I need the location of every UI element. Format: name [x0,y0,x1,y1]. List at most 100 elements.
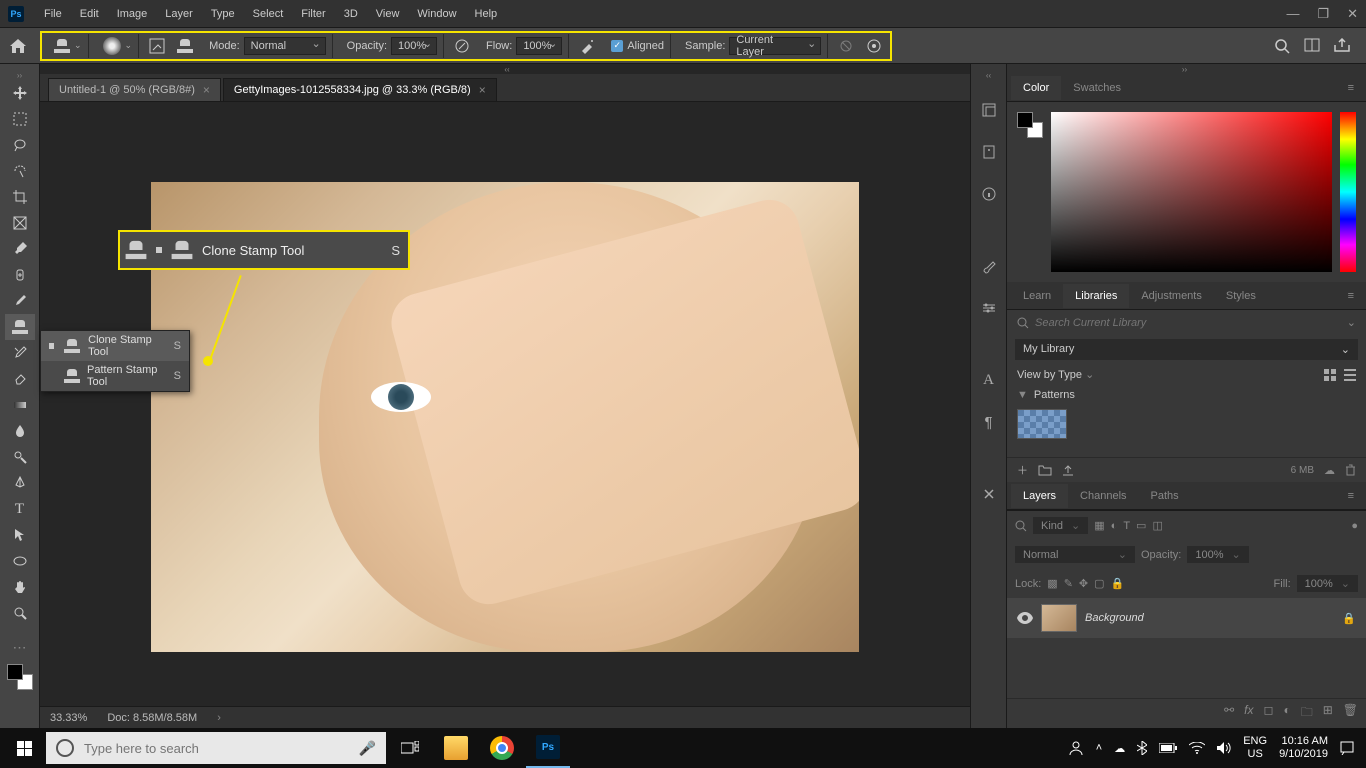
layer-name[interactable]: Background [1085,612,1334,624]
taskbar-photoshop[interactable]: Ps [526,728,570,768]
menu-window[interactable]: Window [409,4,464,24]
tray-clock[interactable]: 10:16 AM 9/10/2019 [1279,735,1328,761]
status-more[interactable]: › [217,712,221,724]
minimize-button[interactable]: — [1286,6,1299,22]
menu-layer[interactable]: Layer [157,4,201,24]
airbrush-icon[interactable] [577,36,597,56]
mask-icon[interactable]: ◻ [1263,703,1273,724]
search-icon[interactable] [1274,38,1290,54]
start-button[interactable] [4,728,44,768]
aligned-checkbox[interactable]: ✓ [611,40,623,52]
sample-select[interactable]: Current Layer [729,37,821,55]
lock-brush-icon[interactable]: ✎ [1064,577,1073,590]
panel-color-swatches[interactable] [1017,112,1043,138]
menu-help[interactable]: Help [467,4,506,24]
arrange-docs-icon[interactable] [1304,38,1320,54]
filter-toggle[interactable]: ● [1351,520,1358,532]
filter-kind-select[interactable]: Kind⌄ [1033,517,1088,534]
tool-preset-icon[interactable] [54,39,70,53]
grid-view-icon[interactable] [1324,369,1336,381]
close-icon[interactable]: × [479,83,486,97]
pattern-swatch[interactable] [1017,409,1067,439]
hue-slider[interactable] [1340,112,1356,272]
info-icon[interactable] [977,182,1001,206]
tray-lang2[interactable]: US [1243,748,1267,761]
new-layer-icon[interactable]: ⊞ [1323,703,1333,724]
clone-stamp-tool[interactable] [5,314,35,340]
close-icon[interactable]: × [203,83,210,97]
path-select-tool[interactable] [5,522,35,548]
character-icon[interactable]: A [977,368,1001,392]
opacity-input[interactable]: 100% [391,37,437,55]
gradient-tool[interactable] [5,392,35,418]
canvas-viewport[interactable]: Clone Stamp Tool S [40,102,970,706]
lock-trans-icon[interactable]: ▩ [1047,577,1057,590]
modifier-keys-icon[interactable] [977,482,1001,506]
search-icon[interactable] [1015,520,1027,532]
adjustment-icon[interactable]: ◐ [1283,703,1290,724]
brush-tool[interactable] [5,288,35,314]
taskbar-search-input[interactable] [84,741,349,756]
tab-styles[interactable]: Styles [1214,284,1268,308]
blur-tool[interactable] [5,418,35,444]
marquee-tool[interactable] [5,106,35,132]
layer-row-background[interactable]: Background 🔒 [1007,598,1366,638]
lasso-tool[interactable] [5,132,35,158]
doc-tab-1[interactable]: Untitled-1 @ 50% (RGB/8#) × [48,78,221,101]
zoom-level[interactable]: 33.33% [50,712,87,724]
filter-adjust-icon[interactable]: ◐ [1111,520,1118,532]
tray-people-icon[interactable] [1068,740,1084,756]
panel-menu-icon[interactable]: ≡ [1340,82,1362,94]
panel-menu-icon[interactable]: ≡ [1340,490,1362,502]
taskbar-chrome[interactable] [480,728,524,768]
properties-icon[interactable] [977,140,1001,164]
flow-input[interactable]: 100% [516,37,562,55]
menu-file[interactable]: File [36,4,70,24]
tab-layers[interactable]: Layers [1011,484,1068,508]
tray-notifications-icon[interactable] [1340,741,1354,755]
view-by-label[interactable]: View by Type [1017,369,1082,381]
tray-volume-icon[interactable] [1217,742,1231,754]
tray-up-icon[interactable]: ˄ [1096,742,1102,754]
eraser-tool[interactable] [5,366,35,392]
doc-tab-2[interactable]: GettyImages-1012558334.jpg @ 33.3% (RGB/… [223,78,497,101]
menu-select[interactable]: Select [245,4,292,24]
layer-fill-input[interactable]: 100%⌄ [1297,575,1358,592]
taskbar-explorer[interactable] [434,728,478,768]
hand-tool[interactable] [5,574,35,600]
collapse-panels[interactable]: ›› [1007,64,1366,74]
brush-preview[interactable] [103,37,121,55]
brushes-icon[interactable] [977,254,1001,278]
tab-swatches[interactable]: Swatches [1061,76,1133,100]
tab-paths[interactable]: Paths [1139,484,1191,508]
home-icon[interactable] [8,36,28,56]
visibility-icon[interactable] [1017,612,1033,624]
taskbar-search[interactable]: 🎤 [46,732,386,764]
link-icon[interactable]: ⚯ [1224,703,1234,724]
upload-icon[interactable] [1062,464,1074,476]
lock-pos-icon[interactable]: ✥ [1079,577,1088,590]
brush-settings-icon[interactable] [977,296,1001,320]
close-button[interactable]: ✕ [1347,6,1358,22]
trash-icon[interactable] [1345,464,1356,476]
pen-tool[interactable] [5,470,35,496]
restore-button[interactable]: ❐ [1317,6,1329,22]
brush-panel-icon[interactable] [147,36,167,56]
tab-channels[interactable]: Channels [1068,484,1138,508]
tray-battery-icon[interactable] [1159,743,1177,753]
tab-adjustments[interactable]: Adjustments [1129,284,1214,308]
healing-tool[interactable] [5,262,35,288]
share-icon[interactable] [1334,38,1350,54]
panel-menu-icon[interactable]: ≡ [1340,290,1362,302]
edit-toolbar[interactable]: ⋯ [5,634,35,660]
tab-libraries[interactable]: Libraries [1063,284,1129,308]
menu-image[interactable]: Image [109,4,156,24]
menu-3d[interactable]: 3D [336,4,366,24]
quick-select-tool[interactable] [5,158,35,184]
pressure-opacity-icon[interactable] [452,36,472,56]
lock-all-icon[interactable]: 🔒 [1111,577,1125,590]
flyout-clone-stamp[interactable]: Clone Stamp Tool S [41,331,189,361]
tray-wifi-icon[interactable] [1189,742,1205,754]
tray-bluetooth-icon[interactable] [1137,741,1147,755]
tab-learn[interactable]: Learn [1011,284,1063,308]
